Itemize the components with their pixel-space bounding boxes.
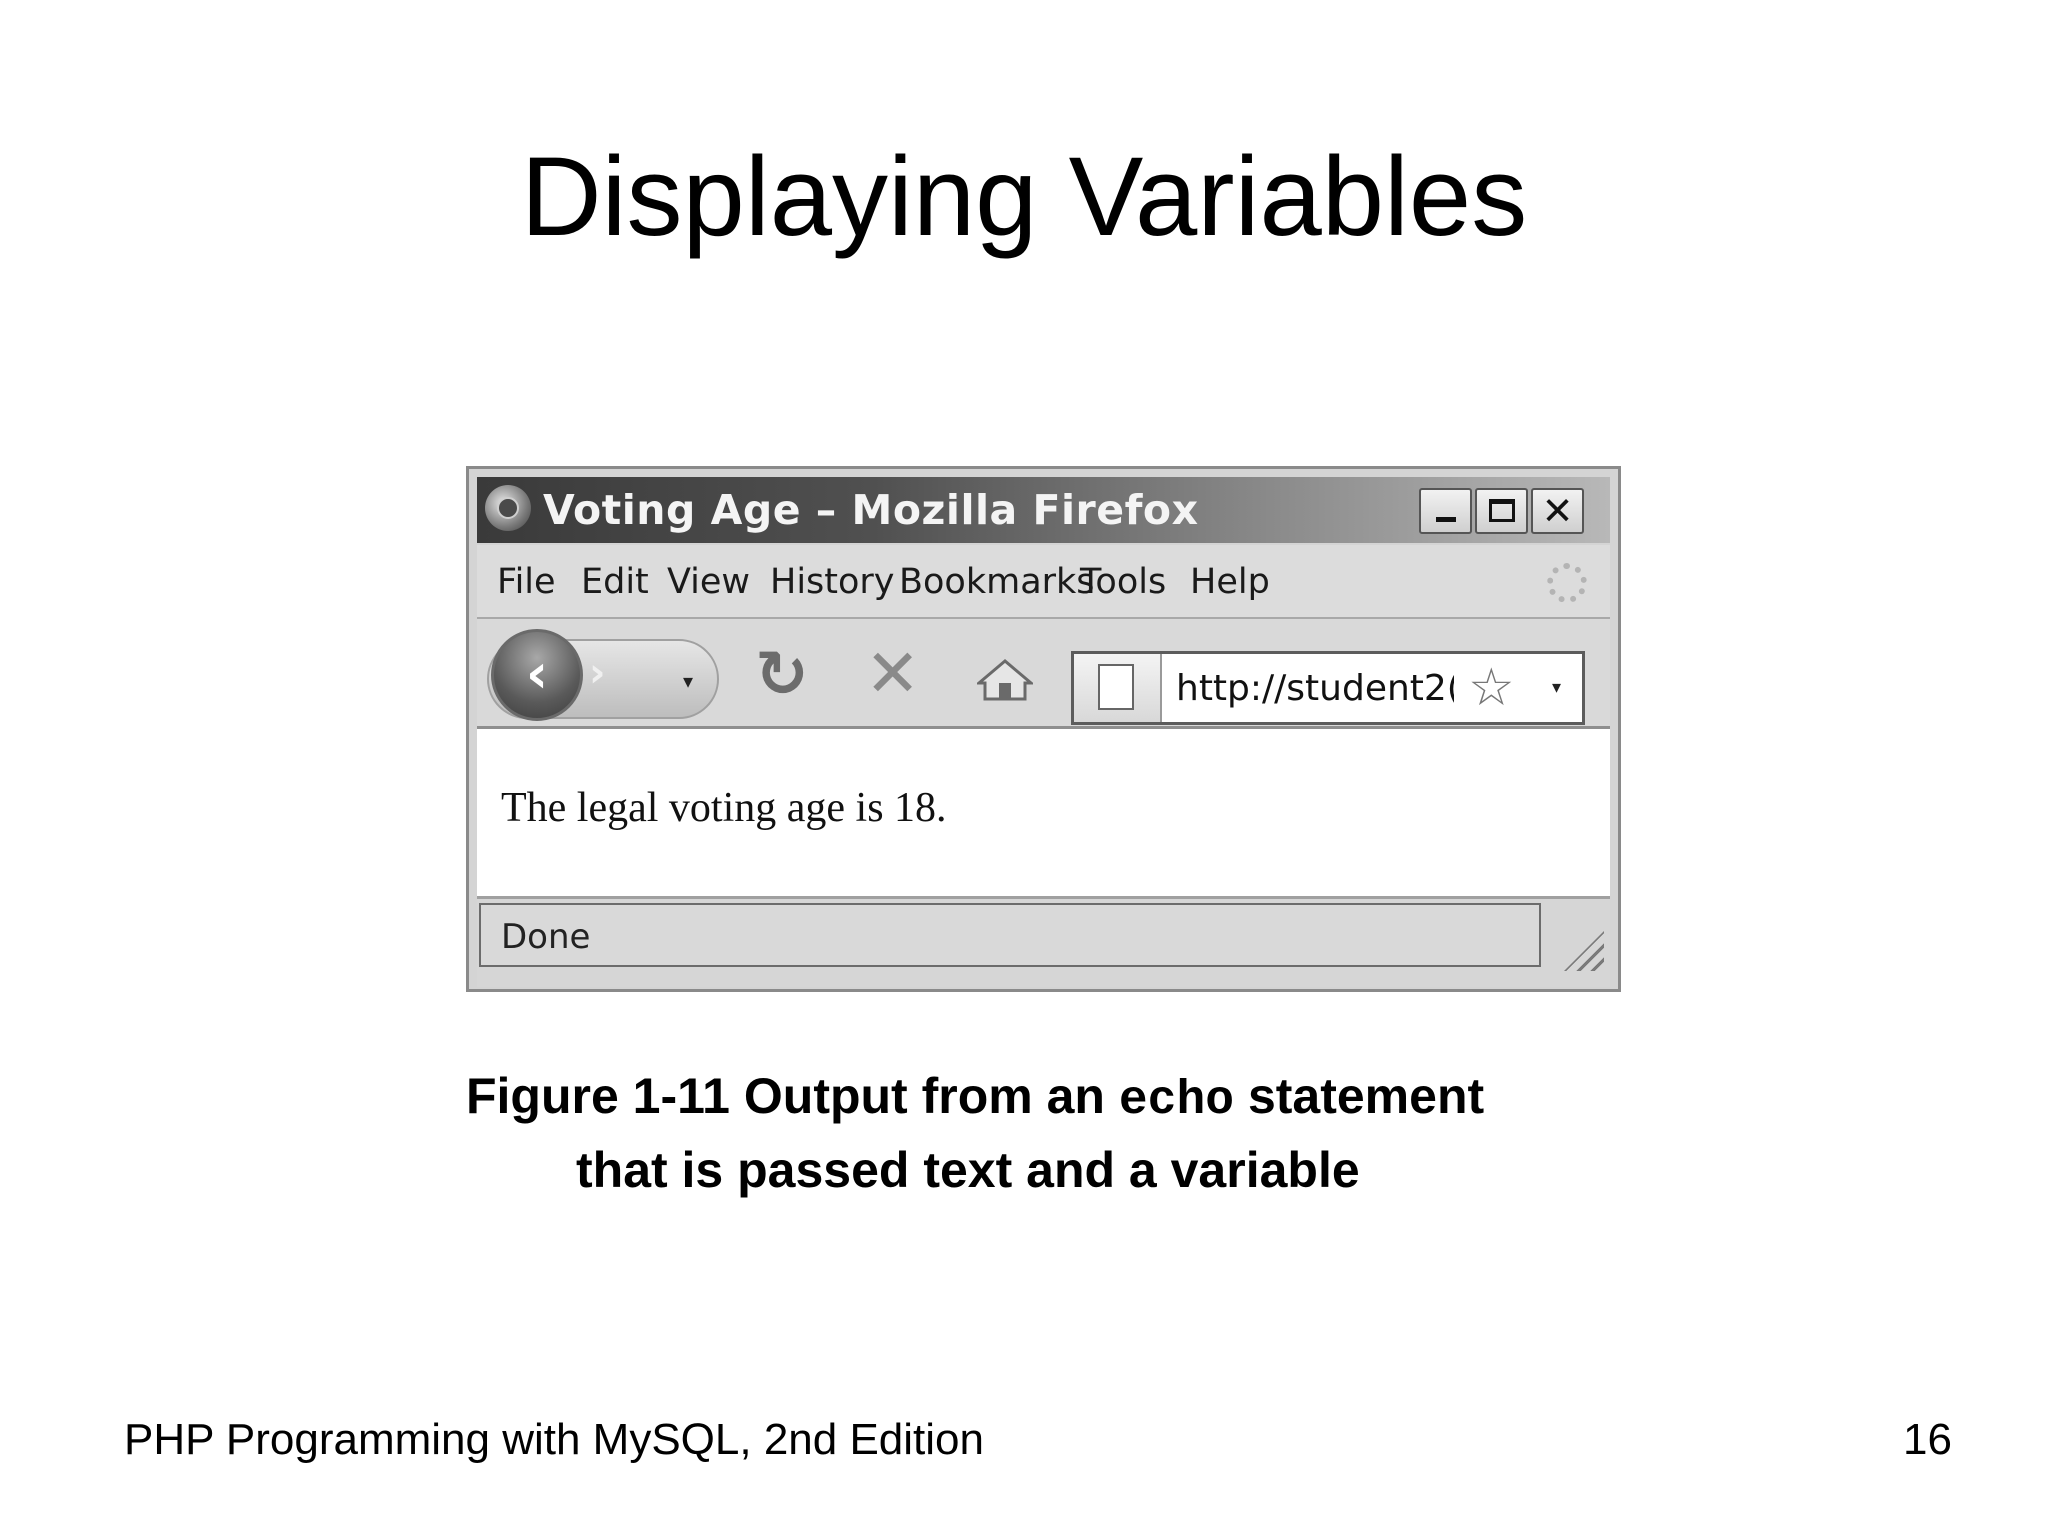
minimize-icon [1436, 517, 1456, 522]
close-icon: ✕ [1541, 489, 1574, 533]
figure-caption-line2: that is passed text and a variable [576, 1142, 1360, 1198]
forward-button[interactable]: › [589, 653, 605, 693]
status-text: Done [501, 917, 591, 957]
menu-bookmarks[interactable]: Bookmarks [899, 562, 1095, 602]
browser-window: Voting Age – Mozilla Firefox ✕ File Edit… [466, 466, 1621, 992]
menu-view[interactable]: View [667, 562, 750, 602]
address-bar[interactable]: http://student2( ☆ ▾ [1071, 651, 1585, 725]
window-titlebar[interactable]: Voting Age – Mozilla Firefox ✕ [477, 477, 1610, 543]
resize-grip-icon[interactable] [1564, 931, 1604, 971]
figure-caption-line1: Figure 1-11 Output from an echo statemen… [466, 1066, 1646, 1131]
reload-icon[interactable]: ↻ [755, 643, 809, 707]
status-bar: Done [477, 899, 1610, 987]
page-output-text: The legal voting age is 18. [501, 785, 947, 831]
star-icon[interactable]: ☆ [1468, 658, 1515, 718]
window-title: Voting Age – Mozilla Firefox [543, 486, 1199, 534]
stop-icon[interactable]: ✕ [865, 641, 920, 707]
navigation-toolbar: ‹ › ▾ ↻ ✕ http://student2( ☆ ▾ [477, 619, 1610, 729]
url-input[interactable]: http://student2( [1176, 668, 1454, 710]
maximize-icon [1489, 499, 1515, 522]
caption-prefix: Figure 1-11 Output from an [466, 1068, 1119, 1124]
close-button[interactable]: ✕ [1531, 488, 1584, 534]
menu-file[interactable]: File [497, 562, 556, 602]
menu-bar: File Edit View History Bookmarks Tools H… [477, 545, 1610, 619]
page-icon [1074, 654, 1162, 722]
url-dropdown-icon[interactable]: ▾ [1552, 678, 1561, 698]
home-icon[interactable] [977, 659, 1033, 701]
caption-suffix: statement [1234, 1068, 1485, 1124]
slide-title: Displaying Variables [520, 134, 1528, 259]
footer-book-title: PHP Programming with MySQL, 2nd Edition [124, 1415, 984, 1464]
back-button[interactable]: ‹ [491, 629, 583, 721]
caption-code: echo [1118, 1074, 1235, 1128]
maximize-button[interactable] [1475, 488, 1528, 534]
history-dropdown-icon[interactable]: ▾ [683, 671, 693, 691]
status-field: Done [479, 903, 1541, 967]
menu-help[interactable]: Help [1190, 562, 1270, 602]
page-number: 16 [1903, 1415, 1952, 1464]
page-content: The legal voting age is 18. [477, 729, 1610, 899]
minimize-button[interactable] [1419, 488, 1472, 534]
firefox-icon [485, 485, 531, 531]
menu-tools[interactable]: Tools [1080, 562, 1166, 602]
menu-history[interactable]: History [770, 562, 895, 602]
spinner-icon [1547, 563, 1587, 603]
menu-edit[interactable]: Edit [581, 562, 649, 602]
